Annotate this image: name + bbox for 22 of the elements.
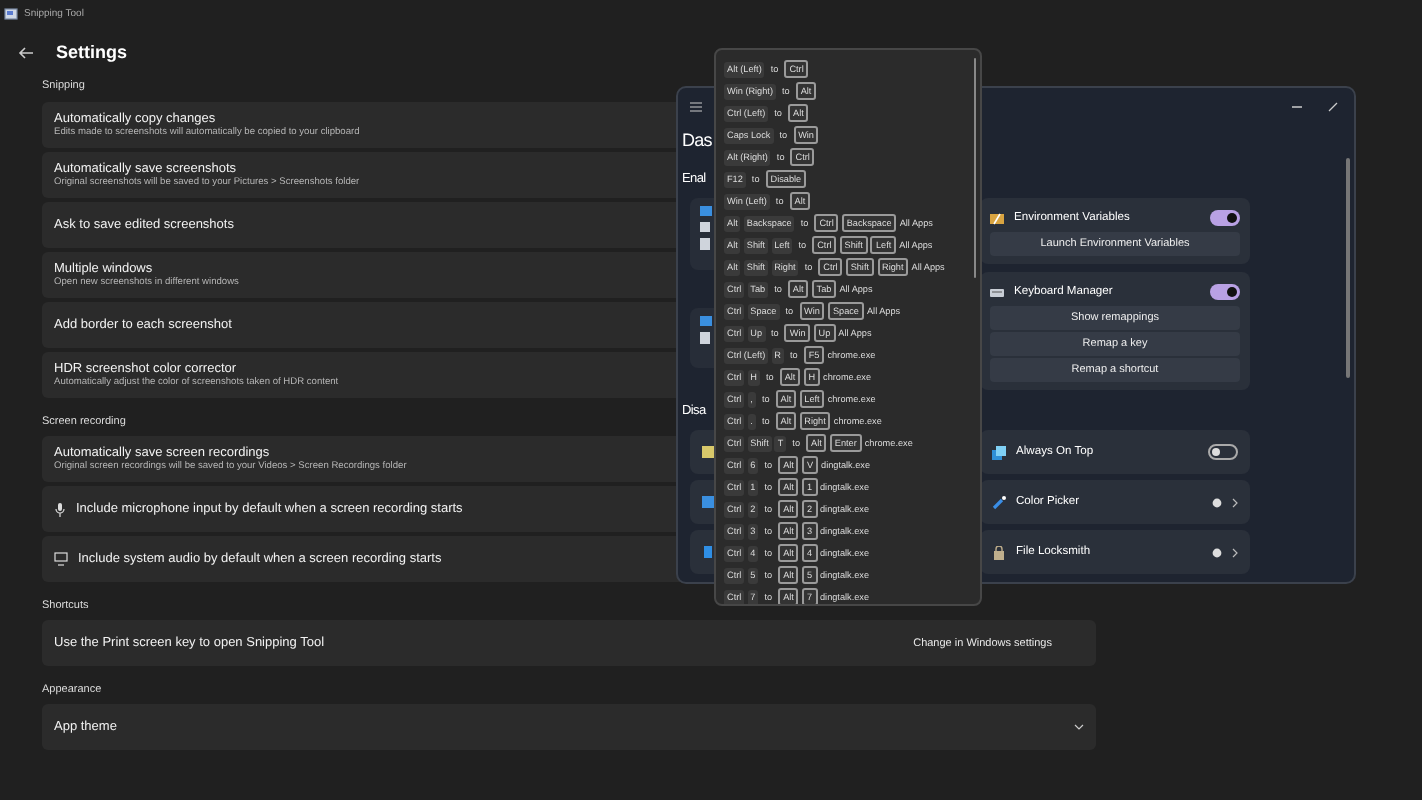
page-heading: Das — [680, 128, 712, 154]
toggle-switch[interactable] — [1210, 210, 1240, 226]
app-icon — [4, 8, 18, 20]
toggle-switch[interactable] — [1208, 444, 1238, 460]
maximize-icon[interactable] — [1328, 101, 1338, 111]
chevron-right-icon[interactable] — [1232, 547, 1238, 557]
module-icon — [702, 546, 714, 558]
keyboard-icon — [990, 285, 1004, 299]
module-icon — [992, 545, 1006, 559]
chevron-right-icon[interactable] — [1232, 497, 1238, 507]
toggle-switch[interactable] — [1210, 284, 1240, 300]
module-icon — [702, 496, 714, 508]
module-icon — [702, 446, 714, 458]
chevron-down-icon — [1074, 724, 1084, 730]
microphone-icon — [54, 501, 66, 517]
minimize-icon[interactable] — [1292, 101, 1302, 111]
back-icon[interactable] — [18, 45, 34, 59]
page-title: Settings — [56, 42, 128, 62]
speaker-icon — [54, 552, 68, 566]
menu-icon[interactable] — [690, 101, 702, 111]
module-icon — [992, 495, 1006, 509]
module-icon — [992, 445, 1006, 459]
